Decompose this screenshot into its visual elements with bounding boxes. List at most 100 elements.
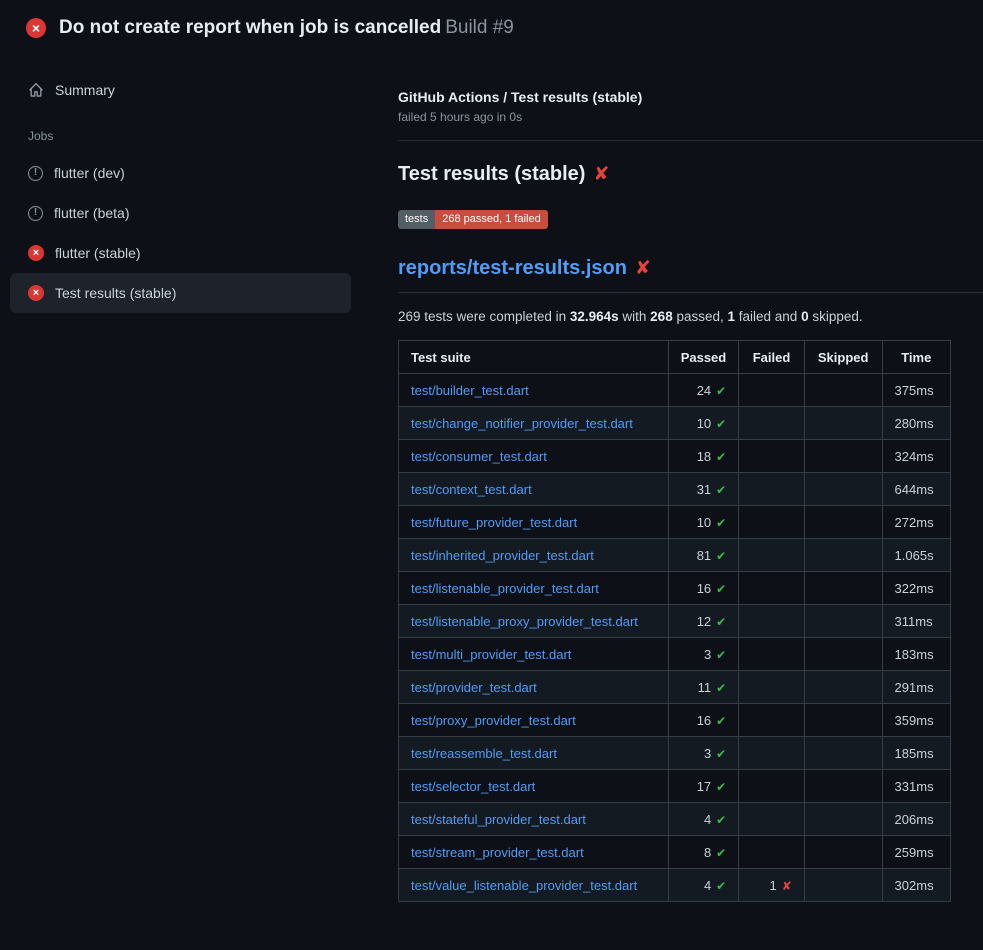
page-layout: Summary Jobs !flutter (dev)!flutter (bet… <box>0 53 983 902</box>
passed-cell: 4✔ <box>668 869 739 902</box>
skipped-cell <box>804 836 882 869</box>
failed-cell <box>739 836 805 869</box>
check-icon: ✔ <box>716 417 726 431</box>
summary-text: 1 <box>728 309 736 324</box>
sidebar-item-flutter-beta[interactable]: !flutter (beta) <box>10 193 351 233</box>
job-label: flutter (stable) <box>55 245 141 261</box>
failed-cell: 1✘ <box>739 869 805 902</box>
passed-cell: 16 ✔ <box>668 704 739 737</box>
passed-cell: 12 ✔ <box>668 605 739 638</box>
time-cell: 311ms <box>882 605 950 638</box>
results-table: Test suitePassedFailedSkippedTime test/b… <box>398 340 951 902</box>
test-suite-link[interactable]: test/listenable_provider_test.dart <box>411 581 599 596</box>
skipped-cell <box>804 704 882 737</box>
summary-text: 0 <box>801 309 809 324</box>
test-suite-link[interactable]: test/context_test.dart <box>411 482 532 497</box>
failed-cell <box>739 374 805 407</box>
x-icon: ✘ <box>782 879 792 893</box>
passed-count: 17 <box>697 779 711 794</box>
check-icon: ✔ <box>716 549 726 563</box>
test-suite-link[interactable]: test/change_notifier_provider_test.dart <box>411 416 633 431</box>
skipped-cell <box>804 605 882 638</box>
report-link[interactable]: reports/test-results.json <box>398 257 627 280</box>
suite-cell: test/context_test.dart <box>399 473 669 506</box>
skipped-cell <box>804 671 882 704</box>
test-suite-link[interactable]: test/inherited_provider_test.dart <box>411 548 594 563</box>
check-icon: ✔ <box>716 384 726 398</box>
time-cell: 322ms <box>882 572 950 605</box>
suite-cell: test/listenable_proxy_provider_test.dart <box>399 605 669 638</box>
test-suite-link[interactable]: test/multi_provider_test.dart <box>411 647 571 662</box>
test-suite-link[interactable]: test/consumer_test.dart <box>411 449 547 464</box>
test-suite-link[interactable]: test/value_listenable_provider_test.dart <box>411 878 637 893</box>
passed-count: 12 <box>697 614 711 629</box>
sidebar-item-summary[interactable]: Summary <box>10 73 370 107</box>
passed-cell: 10✔ <box>668 506 739 539</box>
run-title: Do not create report when job is cancell… <box>59 17 514 39</box>
test-suite-link[interactable]: test/stateful_provider_test.dart <box>411 812 586 827</box>
table-row: test/listenable_provider_test.dart16✔322… <box>399 572 951 605</box>
check-icon: ✔ <box>716 450 726 464</box>
badge-label: tests <box>398 210 435 229</box>
passed-count: 16 <box>697 713 711 728</box>
suite-cell: test/stateful_provider_test.dart <box>399 803 669 836</box>
skipped-cell <box>804 869 882 902</box>
run-header: × Do not create report when job is cance… <box>0 0 983 53</box>
passed-cell: 10✔ <box>668 407 739 440</box>
failed-cell <box>739 770 805 803</box>
skipped-cell <box>804 572 882 605</box>
passed-cell: 8✔ <box>668 836 739 869</box>
x-circle-icon: × <box>26 18 46 38</box>
table-row: test/future_provider_test.dart10✔272ms <box>399 506 951 539</box>
results-table-head-row: Test suitePassedFailedSkippedTime <box>399 341 951 374</box>
breadcrumb: GitHub Actions / Test results (stable) <box>398 89 983 105</box>
skipped-cell <box>804 440 882 473</box>
table-row: test/builder_test.dart24✔375ms <box>399 374 951 407</box>
failed-cell <box>739 440 805 473</box>
failed-cell <box>739 572 805 605</box>
sidebar-item-test-results-stable[interactable]: ×Test results (stable) <box>10 273 351 313</box>
passed-count: 11 <box>698 680 712 695</box>
time-cell: 324ms <box>882 440 950 473</box>
test-suite-link[interactable]: test/proxy_provider_test.dart <box>411 713 576 728</box>
build-number: Build #9 <box>445 17 514 38</box>
time-cell: 359ms <box>882 704 950 737</box>
summary-label: Summary <box>55 82 115 98</box>
failed-count: 1 <box>770 878 777 893</box>
alert-circle-icon: ! <box>28 166 43 181</box>
test-suite-link[interactable]: test/future_provider_test.dart <box>411 515 577 530</box>
alert-circle-icon: ! <box>28 206 43 221</box>
summary-text: 269 tests were completed in <box>398 309 570 324</box>
suite-cell: test/change_notifier_provider_test.dart <box>399 407 669 440</box>
skipped-cell <box>804 638 882 671</box>
test-suite-link[interactable]: test/reassemble_test.dart <box>411 746 557 761</box>
test-suite-link[interactable]: test/provider_test.dart <box>411 680 537 695</box>
failed-cell <box>739 539 805 572</box>
table-row: test/listenable_proxy_provider_test.dart… <box>399 605 951 638</box>
passed-count: 24 <box>697 383 711 398</box>
check-icon: ✔ <box>716 780 726 794</box>
time-cell: 185ms <box>882 737 950 770</box>
suite-cell: test/inherited_provider_test.dart <box>399 539 669 572</box>
job-label: Test results (stable) <box>55 285 176 301</box>
suite-cell: test/future_provider_test.dart <box>399 506 669 539</box>
test-suite-link[interactable]: test/selector_test.dart <box>411 779 535 794</box>
skipped-cell <box>804 770 882 803</box>
test-suite-link[interactable]: test/listenable_proxy_provider_test.dart <box>411 614 638 629</box>
summary-text: passed, <box>673 309 728 324</box>
sidebar-item-flutter-stable[interactable]: ×flutter (stable) <box>10 233 351 273</box>
sidebar-item-flutter-dev[interactable]: !flutter (dev) <box>10 153 351 193</box>
check-icon: ✔ <box>716 714 726 728</box>
passed-cell: 4✔ <box>668 803 739 836</box>
test-suite-link[interactable]: test/builder_test.dart <box>411 383 529 398</box>
passed-cell: 81✔ <box>668 539 739 572</box>
test-suite-link[interactable]: test/stream_provider_test.dart <box>411 845 584 860</box>
failed-cell <box>739 803 805 836</box>
check-icon: ✔ <box>716 615 726 629</box>
jobs-list: !flutter (dev)!flutter (beta)×flutter (s… <box>10 153 370 313</box>
time-cell: 331ms <box>882 770 950 803</box>
passed-cell: 31✔ <box>668 473 739 506</box>
table-row: test/change_notifier_provider_test.dart 1… <box>399 407 951 440</box>
table-row: test/selector_test.dart 17 ✔ 331ms <box>399 770 951 803</box>
skipped-cell <box>804 803 882 836</box>
